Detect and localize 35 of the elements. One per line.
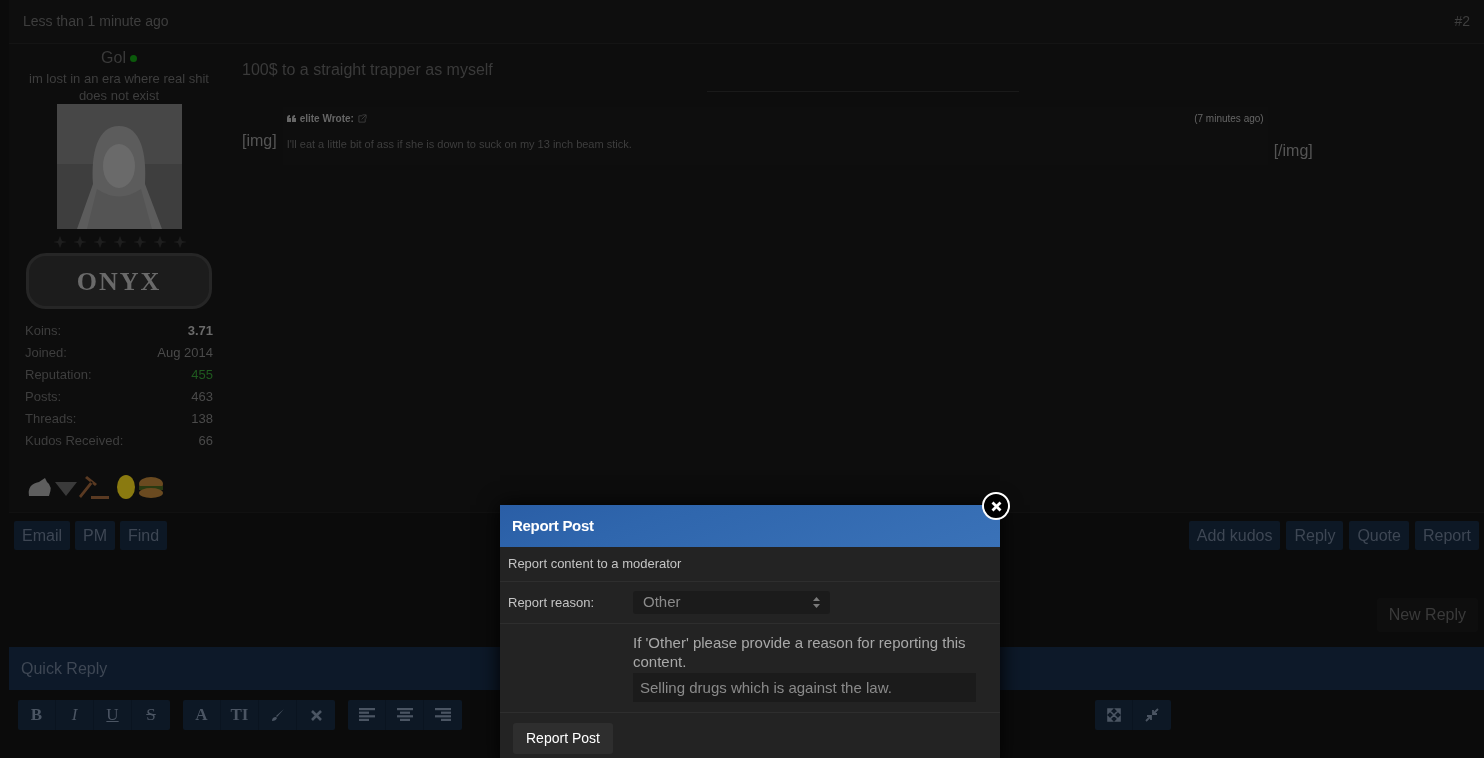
stat-value: 463	[191, 388, 213, 406]
quote-icon	[286, 115, 296, 122]
brush-icon	[270, 708, 285, 722]
expand-icon	[1106, 708, 1121, 722]
format-button[interactable]: I	[56, 700, 94, 730]
dialog-subtitle: Report content to a moderator	[508, 555, 682, 574]
close-icon	[990, 500, 1002, 512]
report-post-button[interactable]: Report Post	[513, 723, 613, 754]
reason-input[interactable]: Selling drugs which is against the law.	[633, 673, 976, 702]
stat-value: 455	[191, 366, 213, 384]
font-button[interactable]: TI	[221, 700, 259, 730]
align-right-icon	[435, 708, 451, 722]
stat-value: Aug 2014	[157, 344, 213, 362]
external-link-icon[interactable]	[357, 114, 367, 123]
rank-badge: ONYX	[26, 253, 212, 309]
format-button[interactable]: U	[94, 700, 132, 730]
reason-label: Report reason:	[508, 593, 595, 612]
updown-caret-icon	[813, 597, 820, 608]
format-button[interactable]: S	[132, 700, 170, 730]
align-left-icon	[358, 708, 375, 722]
format-button[interactable]: B	[18, 700, 56, 730]
dialog-title: Report Post	[512, 515, 594, 536]
reason-hint: If 'Other' please provide a reason for reporting this content.	[633, 633, 967, 671]
shrink-icon	[1145, 708, 1159, 722]
quote-author[interactable]: elite Wrote:	[299, 111, 354, 126]
stat-value: 3.71	[187, 322, 213, 340]
stat-value: 66	[198, 432, 213, 450]
stat-value: 138	[191, 410, 213, 428]
quote-time: (7 minutes ago)	[1194, 112, 1264, 126]
reason-select[interactable]: Other	[633, 591, 830, 614]
bbcode-tag: [/img]	[1273, 139, 1313, 163]
font-button[interactable]: A	[183, 700, 221, 730]
close-icon	[310, 709, 322, 721]
bbcode-tag: [img]	[242, 129, 277, 153]
align-center-icon	[396, 708, 413, 722]
